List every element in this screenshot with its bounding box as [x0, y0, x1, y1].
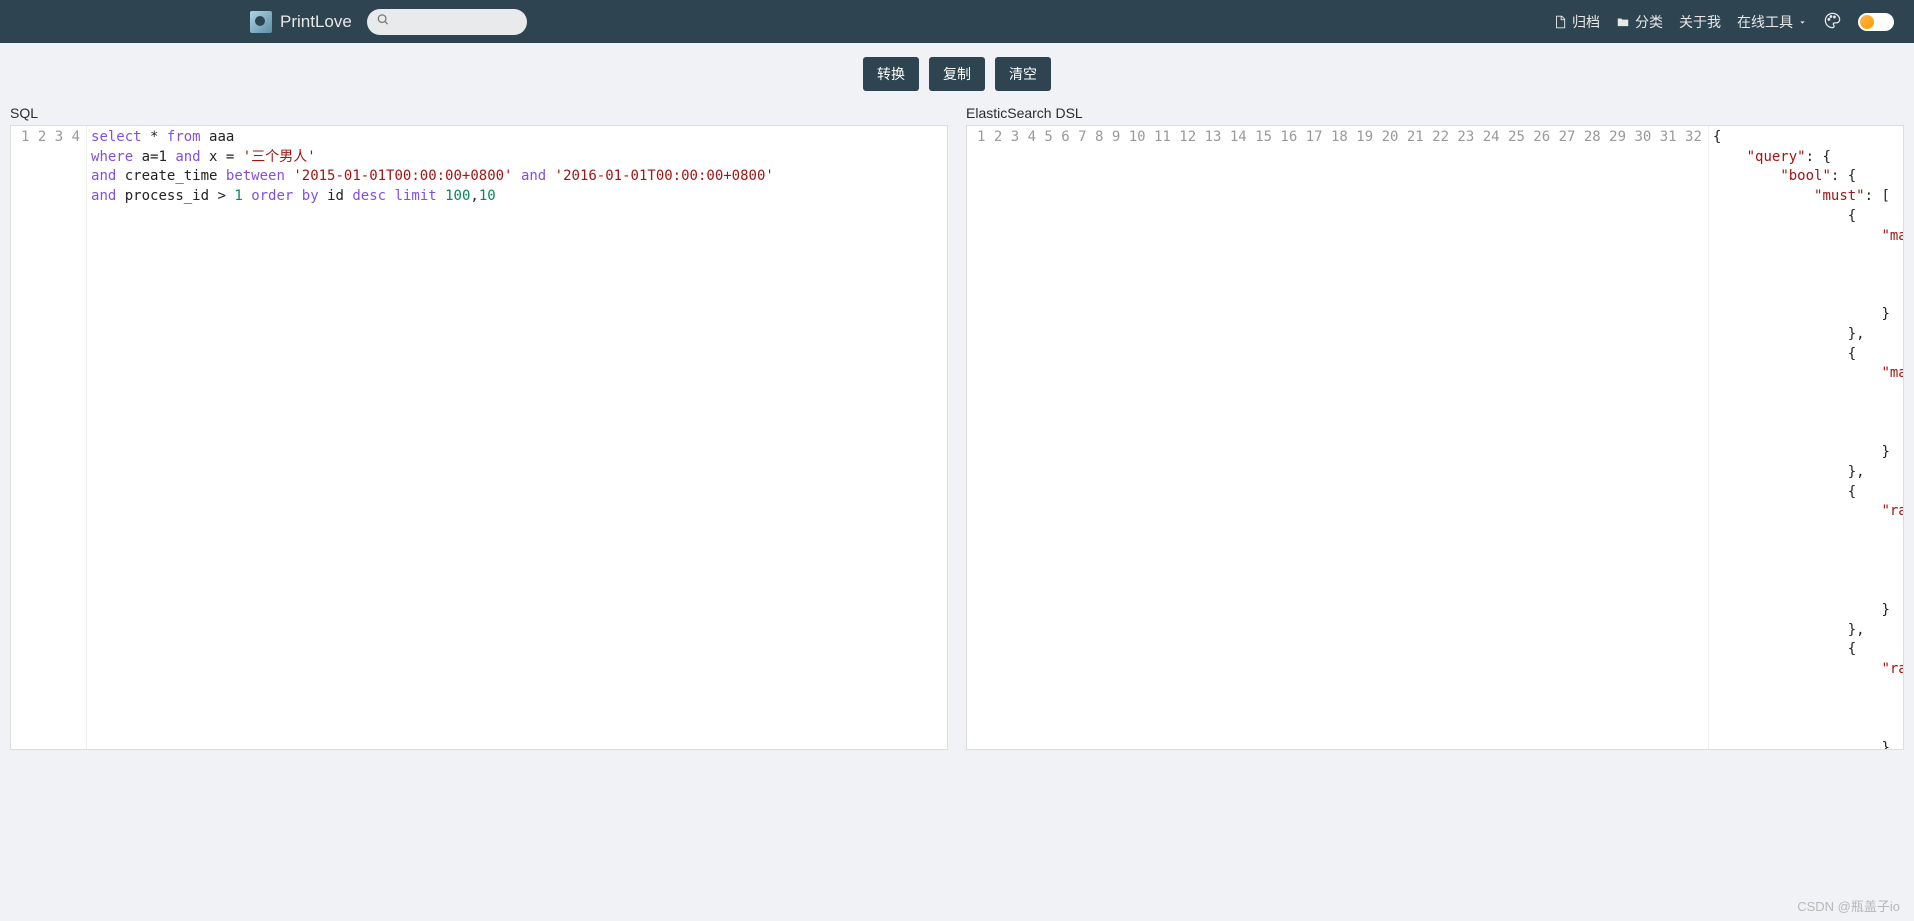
- brand[interactable]: PrintLove: [250, 11, 352, 33]
- sql-panel: SQL 1 2 3 4 select * from aaa where a=1 …: [10, 105, 948, 750]
- clear-button[interactable]: 清空: [995, 57, 1051, 91]
- theme-toggle[interactable]: [1858, 13, 1894, 31]
- nav-right: 归档 分类 关于我 在线工具: [1553, 11, 1894, 33]
- dsl-panel: ElasticSearch DSL 1 2 3 4 5 6 7 8 9 10 1…: [966, 105, 1904, 750]
- convert-button[interactable]: 转换: [863, 57, 919, 91]
- nav-category[interactable]: 分类: [1616, 12, 1663, 32]
- action-bar: 转换 复制 清空: [8, 43, 1906, 105]
- dsl-editor[interactable]: 1 2 3 4 5 6 7 8 9 10 11 12 13 14 15 16 1…: [966, 125, 1904, 750]
- sun-icon: [1860, 15, 1874, 29]
- dsl-code[interactable]: { "query": { "bool": { "must": [ { "matc…: [1709, 126, 1904, 749]
- brand-logo-icon: [250, 11, 272, 33]
- nav-tools-label: 在线工具: [1737, 12, 1793, 32]
- nav-category-label: 分类: [1635, 12, 1663, 32]
- dsl-gutter: 1 2 3 4 5 6 7 8 9 10 11 12 13 14 15 16 1…: [967, 126, 1709, 749]
- search-icon: [376, 12, 390, 31]
- sql-editor[interactable]: 1 2 3 4 select * from aaa where a=1 and …: [10, 125, 948, 750]
- palette-button[interactable]: [1823, 11, 1842, 33]
- search-wrap: [367, 9, 527, 35]
- copy-button[interactable]: 复制: [929, 57, 985, 91]
- nav-about-label: 关于我: [1679, 12, 1721, 32]
- watermark: CSDN @瓶盖子io: [1797, 896, 1900, 915]
- sql-gutter: 1 2 3 4: [11, 126, 87, 749]
- nav-about[interactable]: 关于我: [1679, 12, 1721, 32]
- palette-icon: [1823, 11, 1842, 33]
- dsl-panel-title: ElasticSearch DSL: [966, 105, 1904, 121]
- folder-icon: [1616, 15, 1630, 29]
- chevron-down-icon: [1798, 14, 1807, 30]
- nav-archive-label: 归档: [1572, 12, 1600, 32]
- navbar: PrintLove 归档 分类 关于我 在线工具: [0, 0, 1914, 43]
- panels: SQL 1 2 3 4 select * from aaa where a=1 …: [8, 105, 1906, 750]
- search-input[interactable]: [367, 9, 527, 35]
- sql-panel-title: SQL: [10, 105, 948, 121]
- nav-archive[interactable]: 归档: [1553, 12, 1600, 32]
- nav-left: PrintLove: [250, 9, 527, 35]
- sql-code[interactable]: select * from aaa where a=1 and x = '三个男…: [87, 126, 947, 749]
- main: 转换 复制 清空 SQL 1 2 3 4 select * from aaa w…: [0, 43, 1914, 750]
- brand-text: PrintLove: [280, 12, 352, 32]
- nav-tools[interactable]: 在线工具: [1737, 12, 1807, 32]
- file-icon: [1553, 15, 1567, 29]
